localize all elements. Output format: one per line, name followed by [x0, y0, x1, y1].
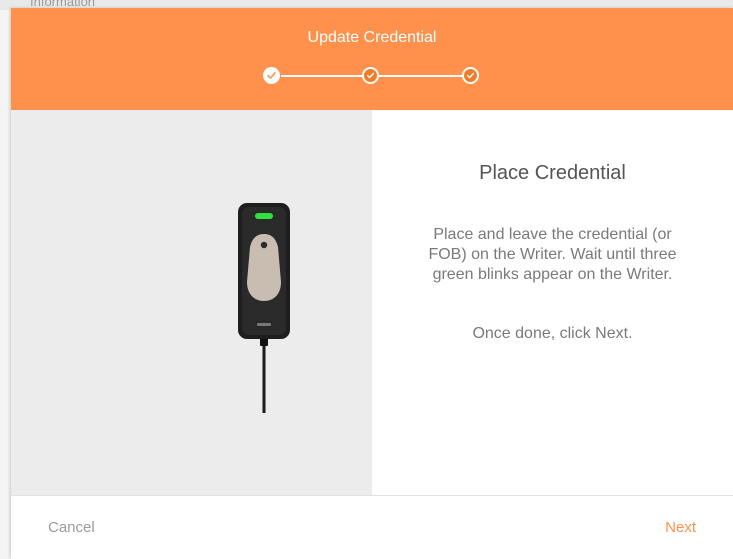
instruction-text: Place and leave the credential (or FOB) … — [428, 226, 677, 283]
credential-writer-illustration: . . . . — [238, 203, 290, 413]
cancel-button[interactable]: Cancel — [48, 519, 95, 536]
check-icon — [466, 72, 475, 79]
panel-heading: Place Credential — [479, 162, 626, 184]
dialog-footer: Cancel Next — [11, 495, 733, 559]
svg-text:. . . .: . . . . — [261, 284, 267, 288]
step-3-indicator — [462, 67, 479, 84]
next-button[interactable]: Next — [665, 519, 696, 536]
update-credential-dialog: Update Credential . . . . Place Credenti… — [11, 8, 733, 559]
next-hint: Once done, click Next. — [472, 325, 633, 342]
dialog-header: Update Credential — [11, 8, 733, 110]
step-2-indicator — [362, 67, 379, 84]
instructions-panel: Place Credential Place and leave the cre… — [372, 110, 733, 495]
illustration-panel: . . . . — [11, 110, 372, 495]
check-icon — [267, 72, 276, 79]
step-1-indicator — [263, 67, 280, 84]
progress-stepper — [11, 8, 733, 110]
check-icon — [366, 72, 375, 79]
